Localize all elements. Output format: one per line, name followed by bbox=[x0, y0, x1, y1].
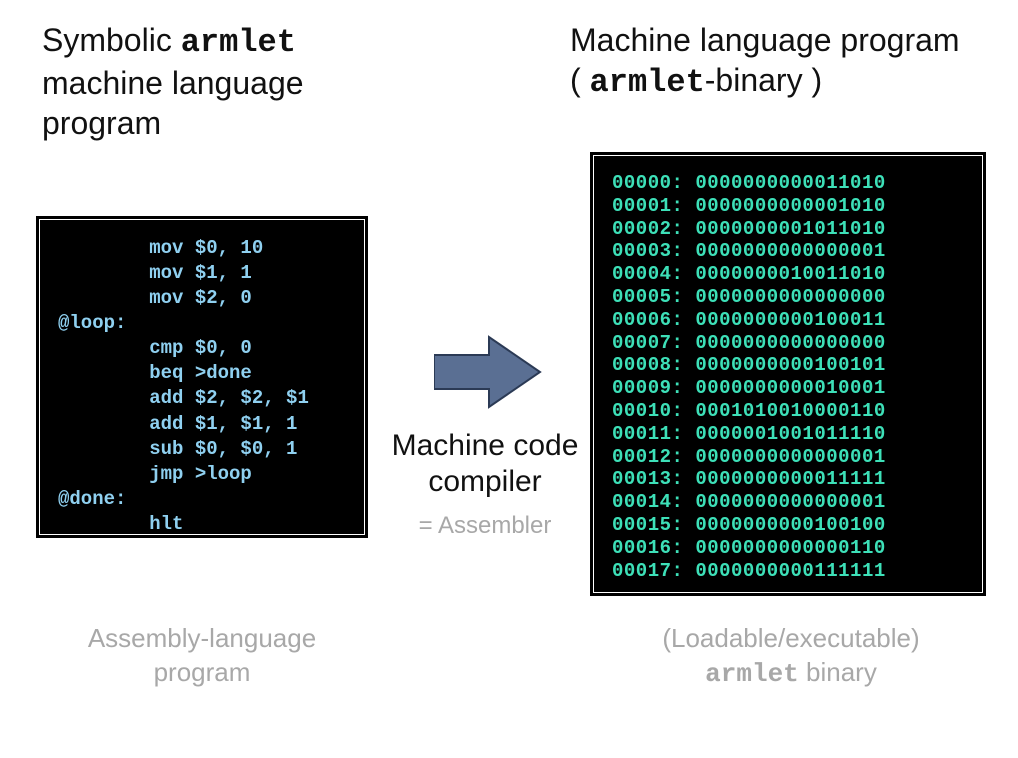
compiler-label-line1: Machine code bbox=[370, 428, 600, 464]
compiler-label-line2: compiler bbox=[370, 464, 600, 500]
heading-left-post: machine language program bbox=[42, 65, 304, 141]
heading-right-paren-open: ( bbox=[570, 62, 590, 98]
assembler-sublabel: = Assembler bbox=[370, 512, 600, 540]
caption-right-post: binary bbox=[799, 657, 877, 687]
assembly-code-box: mov $0, 10 mov $1, 1 mov $2, 0 @loop: cm… bbox=[42, 222, 362, 532]
heading-left: Symbolic armlet machine language program bbox=[42, 20, 362, 143]
compiler-label: Machine code compiler bbox=[370, 428, 600, 500]
caption-right-line2: armlet binary bbox=[596, 656, 986, 692]
heading-right-paren-close: -binary ) bbox=[705, 62, 822, 98]
heading-right: Machine language program ( armlet-binary… bbox=[570, 20, 1000, 103]
heading-left-pre: Symbolic bbox=[42, 22, 181, 58]
caption-left-line1: Assembly-language bbox=[42, 622, 362, 656]
heading-right-code: armlet bbox=[590, 64, 705, 101]
heading-right-line2: ( armlet-binary ) bbox=[570, 60, 1000, 103]
caption-left-line2: program bbox=[42, 656, 362, 690]
heading-right-line1: Machine language program bbox=[570, 20, 1000, 60]
caption-right: (Loadable/executable) armlet binary bbox=[596, 622, 986, 692]
binary-code-box: 00000: 0000000000011010 00001: 000000000… bbox=[596, 158, 980, 590]
caption-right-code: armlet bbox=[705, 659, 799, 689]
caption-left: Assembly-language program bbox=[42, 622, 362, 690]
caption-right-line1: (Loadable/executable) bbox=[596, 622, 986, 656]
heading-left-code: armlet bbox=[181, 24, 296, 61]
arrow-icon bbox=[434, 333, 544, 411]
